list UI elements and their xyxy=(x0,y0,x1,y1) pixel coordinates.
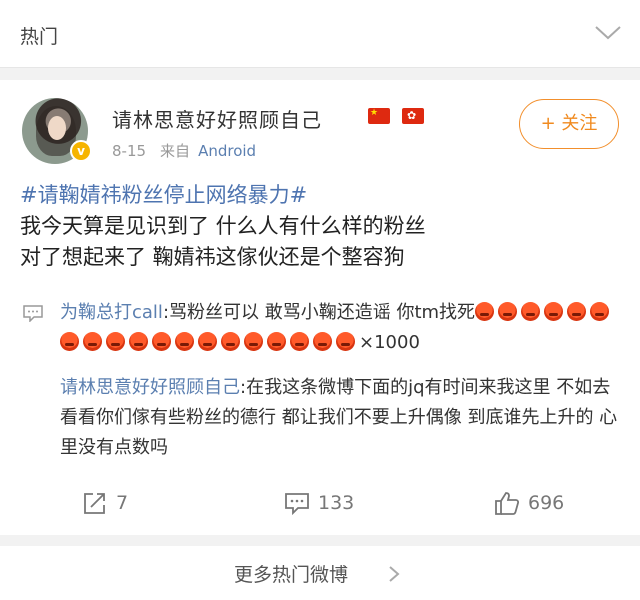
emoji-multiplier: ×1000 xyxy=(359,332,420,353)
comment-author[interactable]: 为鞠总打call xyxy=(60,302,163,323)
angry-face-emoji xyxy=(290,332,309,351)
angry-face-emoji xyxy=(221,332,240,351)
china-flag-icon: ★ xyxy=(368,108,390,124)
angry-face-emoji xyxy=(313,332,332,351)
angry-face-emoji xyxy=(83,332,102,351)
angry-face-emoji xyxy=(336,332,355,351)
angry-face-emoji xyxy=(498,302,518,321)
post-username[interactable]: 请林思意好好照顾自己 xyxy=(112,104,322,133)
angry-face-emoji xyxy=(152,332,171,351)
angry-face-emoji xyxy=(175,332,194,351)
verified-badge-icon: v xyxy=(70,140,92,162)
angry-face-emoji xyxy=(60,332,79,351)
angry-face-emoji xyxy=(267,332,286,351)
chevron-down-icon[interactable] xyxy=(594,22,622,42)
post-hashtag[interactable]: #请鞠婧祎粉丝停止网络暴力# xyxy=(20,180,620,211)
post-body: #请鞠婧祎粉丝停止网络暴力# 我今天算是见识到了 什么人有什么样的粉丝 对了想起… xyxy=(20,180,620,273)
comment-count: 133 xyxy=(318,492,355,514)
comment-item[interactable]: 为鞠总打call:骂粉丝可以 敢骂小鞠还造谣 你tm找死 ×1000 xyxy=(20,298,624,358)
post-actions-bar: 7 133 696 xyxy=(0,470,640,530)
repost-button[interactable]: 7 xyxy=(82,490,128,516)
top-bar: 热门 xyxy=(0,0,640,68)
post-from-label: 来自 xyxy=(160,142,191,160)
comment-preview: 为鞠总打call:骂粉丝可以 敢骂小鞠还造谣 你tm找死 ×1000 请林思意好好… xyxy=(20,298,624,463)
repost-icon xyxy=(84,493,105,514)
comment-text: :骂粉丝可以 敢骂小鞠还造谣 你tm找死 xyxy=(162,302,476,323)
comment-bubble-icon xyxy=(23,305,43,322)
avatar-face xyxy=(48,116,66,140)
post-body-line: 我今天算是见识到了 什么人有什么样的粉丝 xyxy=(20,214,426,238)
hong-kong-flag-icon: ✿ xyxy=(402,108,424,124)
like-count: 696 xyxy=(528,492,565,514)
like-button[interactable]: 696 xyxy=(494,490,564,516)
thumbs-up-icon xyxy=(495,492,520,515)
post-source: Android xyxy=(198,142,257,160)
comment-author[interactable]: 请林思意好好照顾自己 xyxy=(60,377,240,398)
repost-count: 7 xyxy=(116,492,129,514)
angry-face-emoji xyxy=(544,302,564,321)
comment-button[interactable]: 133 xyxy=(284,490,354,516)
post-date: 8-15 xyxy=(112,142,147,160)
angry-face-emoji xyxy=(567,302,587,321)
weibo-post-card: v 请林思意好好照顾自己 ★ ✿ 8-15 来自 Android + 关注 #请鞠婧… xyxy=(0,80,640,535)
angry-face-emoji xyxy=(244,332,263,351)
angry-face-emoji xyxy=(590,302,610,321)
angry-face-emoji xyxy=(475,302,495,321)
angry-face-emoji xyxy=(106,332,125,351)
post-meta: 8-15 来自 Android xyxy=(112,140,256,161)
more-hot-weibo-label: 更多热门微博 xyxy=(234,564,349,586)
angry-face-emoji xyxy=(198,332,217,351)
post-body-line: 对了想起来了 鞠婧祎这傢伙还是个整容狗 xyxy=(20,245,405,269)
follow-button[interactable]: + 关注 xyxy=(519,99,619,149)
angry-face-emoji xyxy=(521,302,541,321)
comment-icon xyxy=(285,493,309,516)
angry-face-emoji xyxy=(129,332,148,351)
chevron-right-icon xyxy=(389,566,400,582)
more-hot-weibo-link[interactable]: 更多热门微博 xyxy=(0,546,640,600)
comment-item[interactable]: 请林思意好好照顾自己:在我这条微博下面的jq有时间来我这里 不如去看看你们傢有些… xyxy=(20,373,624,463)
page-title: 热门 xyxy=(20,26,59,48)
